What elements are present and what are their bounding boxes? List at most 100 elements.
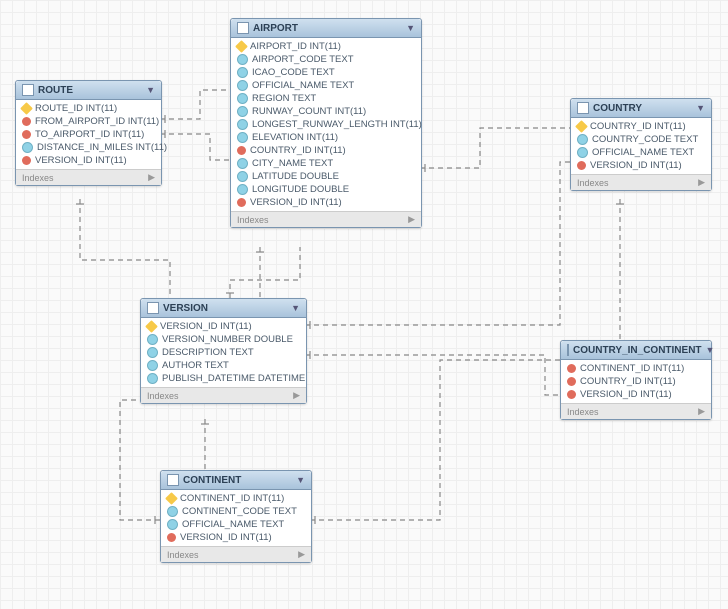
table-header[interactable]: COUNTRY_IN_CONTINENT▼ [561, 341, 711, 360]
column-row[interactable]: AIRPORT_ID INT(11) [231, 40, 421, 53]
indexes-footer[interactable]: Indexes ▶ [161, 546, 311, 562]
column-name: DESCRIPTION TEXT [162, 347, 254, 358]
column-list: COUNTRY_ID INT(11)COUNTRY_CODE TEXTOFFIC… [571, 118, 711, 174]
indexes-footer[interactable]: Indexes▶ [231, 211, 421, 227]
column-row[interactable]: COUNTRY_ID INT(11) [571, 120, 711, 133]
column-row[interactable]: LATITUDE DOUBLE [231, 170, 421, 183]
column-row[interactable]: LONGITUDE DOUBLE [231, 183, 421, 196]
collapse-icon[interactable]: ▼ [706, 345, 715, 355]
collapse-icon[interactable]: ▼ [146, 85, 155, 95]
collapse-icon[interactable]: ▼ [406, 23, 415, 33]
column-row[interactable]: COUNTRY_CODE TEXT [571, 133, 711, 146]
column-row[interactable]: VERSION_ID INT(11) [141, 320, 306, 333]
column-row[interactable]: ICAO_CODE TEXT [231, 66, 421, 79]
column-name: AUTHOR TEXT [162, 360, 229, 371]
column-name: VERSION_ID INT(11) [590, 160, 682, 171]
column-row[interactable]: AUTHOR TEXT [141, 359, 306, 372]
column-row[interactable]: PUBLISH_DATETIME DATETIME [141, 372, 306, 385]
column-row[interactable]: LONGEST_RUNWAY_LENGTH INT(11) [231, 118, 421, 131]
column-row[interactable]: RUNWAY_COUNT INT(11) [231, 105, 421, 118]
column-row[interactable]: VERSION_ID INT(11) [561, 388, 711, 401]
table-airport[interactable]: AIRPORT▼ AIRPORT_ID INT(11) AIRPORT_CODE T… [230, 18, 422, 228]
fk-icon [567, 390, 576, 399]
column-row[interactable]: ELEVATION INT(11) [231, 131, 421, 144]
column-name: AIRPORT_ID INT(11) [250, 41, 341, 52]
column-icon [167, 506, 178, 517]
collapse-icon[interactable]: ▼ [291, 303, 300, 313]
column-row[interactable]: DISTANCE_IN_MILES INT(11) [16, 141, 161, 154]
key-icon [165, 492, 178, 505]
indexes-footer[interactable]: Indexes▶ [141, 387, 306, 403]
column-row[interactable]: COUNTRY_ID INT(11) [561, 375, 711, 388]
key-icon [235, 40, 248, 53]
table-header[interactable]: AIRPORT▼ [231, 19, 421, 38]
column-row[interactable]: ROUTE_ID INT(11) [16, 102, 161, 115]
column-name: RUNWAY_COUNT INT(11) [252, 106, 366, 117]
column-row[interactable]: DESCRIPTION TEXT [141, 346, 306, 359]
column-row[interactable]: REGION TEXT [231, 92, 421, 105]
column-name: OFFICIAL_NAME TEXT [252, 80, 354, 91]
column-row[interactable]: CITY_NAME TEXT [231, 157, 421, 170]
column-icon [22, 142, 33, 153]
table-header[interactable]: ROUTE▼ [16, 81, 161, 100]
column-row[interactable]: OFFICIAL_NAME TEXT [231, 79, 421, 92]
fk-icon [22, 156, 31, 165]
indexes-footer[interactable]: Indexes▶ [561, 403, 711, 419]
column-name: CONTINENT_ID INT(11) [180, 493, 284, 504]
column-row[interactable]: VERSION_ID INT(11) [571, 159, 711, 172]
column-row[interactable]: CONTINENT_ID INT(11) [161, 492, 311, 505]
column-row[interactable]: VERSION_ID INT(11) [231, 196, 421, 209]
table-header[interactable]: COUNTRY ▼ [571, 99, 711, 118]
table-country[interactable]: COUNTRY ▼ COUNTRY_ID INT(11)COUNTRY_CODE T… [570, 98, 712, 191]
table-cic[interactable]: COUNTRY_IN_CONTINENT▼CONTINENT_ID INT(11… [560, 340, 712, 420]
column-list: CONTINENT_ID INT(11)COUNTRY_ID INT(11)VE… [561, 360, 711, 403]
table-header[interactable]: VERSION ▼ [141, 299, 306, 318]
collapse-icon[interactable]: ▼ [296, 475, 305, 485]
column-name: LONGEST_RUNWAY_LENGTH INT(11) [252, 119, 422, 130]
fk-icon [167, 533, 176, 542]
column-icon [577, 134, 588, 145]
table-continent[interactable]: CONTINENT ▼ CONTINENT_ID INT(11)CONTINENT_… [160, 470, 312, 563]
column-icon [237, 80, 248, 91]
column-row[interactable]: COUNTRY_ID INT(11) [231, 144, 421, 157]
fk-icon [567, 377, 576, 386]
column-row[interactable]: VERSION_ID INT(11) [16, 154, 161, 167]
column-row[interactable]: OFFICIAL_NAME TEXT [161, 518, 311, 531]
collapse-icon[interactable]: ▼ [696, 103, 705, 113]
indexes-label: Indexes [22, 173, 54, 183]
column-icon [147, 360, 158, 371]
column-name: TO_AIRPORT_ID INT(11) [35, 129, 144, 140]
column-name: LONGITUDE DOUBLE [252, 184, 349, 195]
indexes-label: Indexes [167, 550, 199, 560]
column-name: FROM_AIRPORT_ID INT(11) [35, 116, 159, 127]
column-row[interactable]: OFFICIAL_NAME TEXT [571, 146, 711, 159]
chevron-right-icon: ▶ [698, 177, 705, 188]
indexes-footer[interactable]: Indexes▶ [571, 174, 711, 190]
column-name: VERSION_NUMBER DOUBLE [162, 334, 293, 345]
table-title: COUNTRY [593, 103, 642, 114]
column-row[interactable]: CONTINENT_ID INT(11) [561, 362, 711, 375]
fk-icon [237, 146, 246, 155]
fk-icon [22, 130, 31, 139]
table-route[interactable]: ROUTE▼ ROUTE_ID INT(11)FROM_AIRPORT_ID IN… [15, 80, 162, 186]
column-name: CONTINENT_ID INT(11) [580, 363, 684, 374]
column-icon [147, 334, 158, 345]
table-version[interactable]: VERSION ▼ VERSION_ID INT(11)VERSION_NUMBER… [140, 298, 307, 404]
column-row[interactable]: TO_AIRPORT_ID INT(11) [16, 128, 161, 141]
key-icon [145, 320, 158, 333]
chevron-right-icon: ▶ [148, 172, 155, 183]
table-title: CONTINENT [183, 475, 241, 486]
table-header[interactable]: CONTINENT ▼ [161, 471, 311, 490]
column-row[interactable]: VERSION_NUMBER DOUBLE [141, 333, 306, 346]
indexes-label: Indexes [147, 391, 179, 401]
column-name: AIRPORT_CODE TEXT [252, 54, 354, 65]
chevron-right-icon: ▶ [298, 549, 305, 560]
column-row[interactable]: VERSION_ID INT(11) [161, 531, 311, 544]
column-name: OFFICIAL_NAME TEXT [182, 519, 284, 530]
column-row[interactable]: FROM_AIRPORT_ID INT(11) [16, 115, 161, 128]
column-name: VERSION_ID INT(11) [250, 197, 342, 208]
column-row[interactable]: AIRPORT_CODE TEXT [231, 53, 421, 66]
column-row[interactable]: CONTINENT_CODE TEXT [161, 505, 311, 518]
indexes-footer[interactable]: Indexes ▶ [16, 169, 161, 185]
table-title: VERSION [163, 303, 208, 314]
